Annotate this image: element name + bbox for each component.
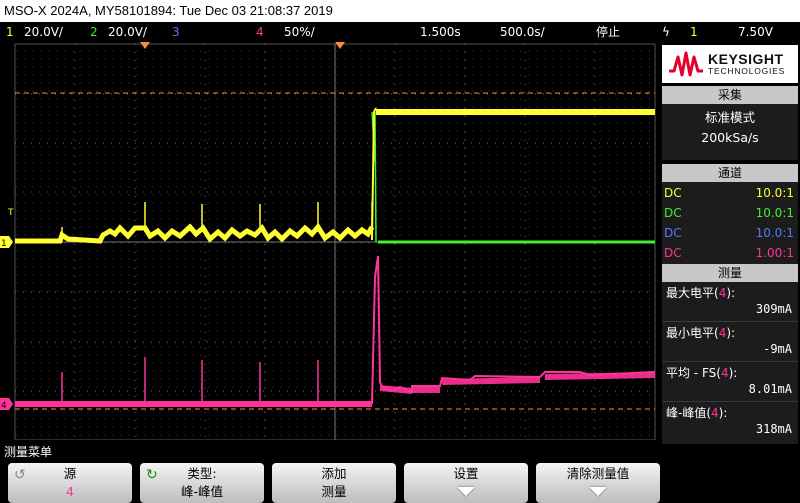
ch1-scale[interactable]: 20.0V/ [24,22,63,42]
ch4-number[interactable]: 4 [256,22,264,42]
channel-row: DC 10.0:1 [664,206,794,220]
softkey-bar: ↺ 源 4 ↻ 类型: 峰-峰值 添加 测量 设置 清除测量值 [0,460,800,503]
trigger-icon: ϟ [662,25,670,39]
softkey-add-measurement[interactable]: 添加 测量 [272,463,396,503]
waveform-display[interactable]: T 1 4 [0,42,660,440]
logo-brand: KEYSIGHT [708,51,784,68]
measurements-header: 测量 [662,264,798,282]
ch2-number[interactable]: 2 [90,22,98,42]
measurement-item: 峰-峰值(4): 318mA [666,406,792,436]
measurements-box[interactable]: 最大电平(4): 309mA 最小电平(4): -9mA 平均 - FS(4):… [662,282,798,444]
side-panel: KEYSIGHT TECHNOLOGIES 采集 标准模式 200kSa/s 通… [660,42,800,444]
timebase-scale[interactable]: 500.0s/ [500,22,545,42]
horizontal-delay[interactable]: 1.500s [420,22,461,42]
submenu-arrow-icon [457,487,475,496]
acquisition-box[interactable]: 标准模式 200kSa/s [662,104,798,160]
channels-box[interactable]: DC 10.0:1 DC 10.0:1 DC 10.0:1 DC 1.00:1 [662,182,798,264]
trigger-source[interactable]: 1 [690,22,698,42]
sample-rate: 200kSa/s [701,130,759,145]
rotate-knob-icon: ↺ [14,467,26,483]
measurement-item: 平均 - FS(4): 8.01mA [662,362,798,402]
channels-header: 通道 [662,164,798,182]
keysight-logo: KEYSIGHT TECHNOLOGIES [662,45,798,83]
ch3-number[interactable]: 3 [172,22,180,42]
softkey-settings[interactable]: 设置 [404,463,528,503]
trigger-level[interactable]: 7.50V [738,22,773,42]
measurement-item: 最大电平(4): 309mA [662,282,798,322]
softkey-source[interactable]: ↺ 源 4 [8,463,132,503]
logo-sub: TECHNOLOGIES [708,65,786,76]
softkey-clear-measurements[interactable]: 清除测量值 [536,463,660,503]
acquisition-mode: 标准模式 [704,110,755,125]
ch1-number[interactable]: 1 [6,22,14,42]
ch4-scale[interactable]: 50%/ [284,22,315,42]
menu-title: 测量菜单 [4,445,53,459]
acquisition-header: 采集 [662,86,798,104]
window-title: MSO-X 2024A, MY58101894: Tue Dec 03 21:0… [0,0,800,22]
rotate-knob-icon: ↻ [146,467,158,483]
channel-row: DC 1.00:1 [664,246,794,260]
ch2-scale[interactable]: 20.0V/ [108,22,147,42]
channel-row: DC 10.0:1 [664,186,794,200]
svg-text:1: 1 [1,239,7,249]
trigger-level-marker: T [7,208,14,218]
submenu-arrow-icon [589,487,607,496]
measurement-item: 最小电平(4): -9mA [662,322,798,362]
svg-text:4: 4 [1,401,7,411]
softkey-type[interactable]: ↻ 类型: 峰-峰值 [140,463,264,503]
keysight-wave-icon [669,51,703,77]
status-bar: 1 20.0V/ 2 20.0V/ 3 4 50%/ 1.500s 500.0s… [0,22,800,42]
channel-row: DC 10.0:1 [664,226,794,240]
run-state: 停止 [596,25,621,39]
